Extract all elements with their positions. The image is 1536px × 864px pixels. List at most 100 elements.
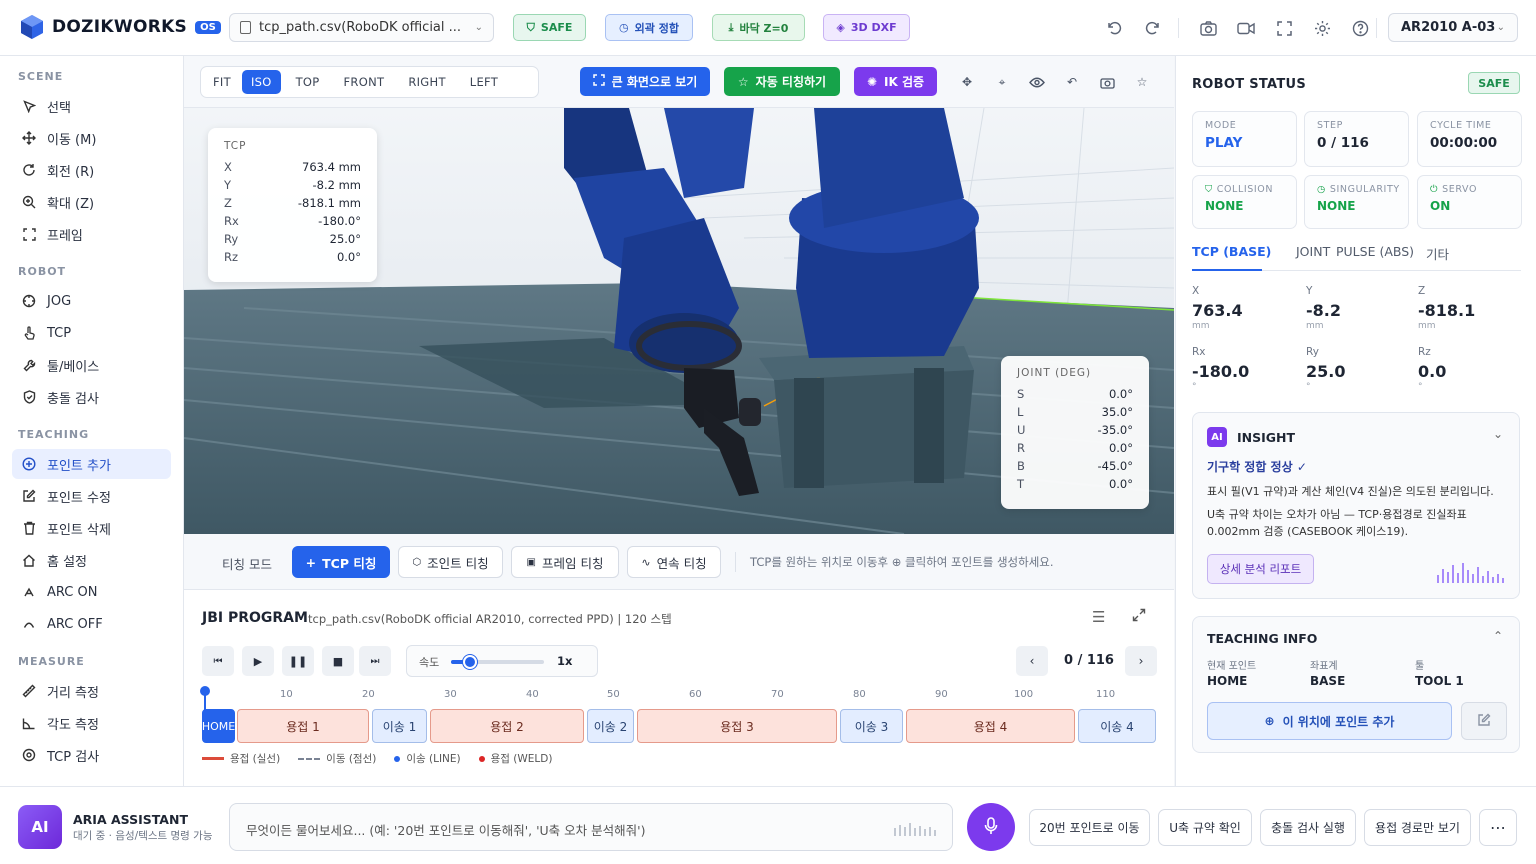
frame-square-icon: ▣ — [526, 556, 536, 568]
app-logo[interactable]: DOZIKWORKS OS — [20, 14, 221, 40]
timeline-segment-weld-1[interactable]: 용접 1 — [237, 709, 369, 743]
sidebar-item-zoom[interactable]: 확대 (Z) — [12, 187, 171, 217]
detail-report-button[interactable]: 상세 분석 리포트 — [1207, 554, 1314, 584]
sidebar-item-collision[interactable]: 충돌 검사 — [12, 382, 171, 412]
insight-title: INSIGHT — [1237, 430, 1296, 445]
safe-chip[interactable]: ⛉ SAFE — [513, 14, 586, 41]
view-left-button[interactable]: LEFT — [461, 70, 507, 94]
chevron-down-icon[interactable]: ⌄ — [1493, 427, 1503, 441]
quick-run-collision[interactable]: 충돌 검사 실행 — [1260, 809, 1356, 846]
quick-check-u-axis[interactable]: U축 규약 확인 — [1158, 809, 1252, 846]
ik-verify-button[interactable]: ✺ IK 검증 — [854, 67, 937, 96]
quick-weld-path-only[interactable]: 용접 경로만 보기 — [1364, 809, 1471, 846]
chevron-up-icon[interactable]: ⌃ — [1493, 629, 1503, 643]
tab-etc[interactable]: 기타 — [1426, 244, 1449, 263]
step-label: STEP — [1317, 120, 1343, 131]
camera-icon[interactable] — [1098, 73, 1116, 91]
crosshair-icon[interactable]: ⌖ — [993, 73, 1011, 91]
robot-selector[interactable]: AR2010 A-03 ⌄ — [1388, 13, 1518, 42]
pause-button[interactable]: ❚❚ — [282, 646, 314, 676]
timeline-segment-move-4[interactable]: 이송 4 — [1078, 709, 1156, 743]
joint-key: B — [1017, 459, 1025, 473]
tab-pulse[interactable]: PULSE (ABS) — [1336, 244, 1414, 259]
timeline-segment-move-2[interactable]: 이송 2 — [587, 709, 634, 743]
timeline-segment-move-3[interactable]: 이송 3 — [840, 709, 903, 743]
coord-unit-rz: ° — [1418, 382, 1423, 392]
camera-icon[interactable] — [1196, 16, 1220, 40]
prev-step-button[interactable]: ‹ — [1016, 646, 1048, 676]
sidebar-item-add-point[interactable]: 포인트 추가 — [12, 449, 171, 479]
view-front-button[interactable]: FRONT — [335, 70, 394, 94]
settings-gear-icon[interactable] — [1310, 16, 1334, 40]
fullscreen-view-button[interactable]: 큰 화면으로 보기 — [580, 67, 710, 96]
timeline-segment-weld-3[interactable]: 용접 3 — [637, 709, 837, 743]
view-top-button[interactable]: TOP — [287, 70, 329, 94]
dxf-chip[interactable]: ◈ 3D DXF — [823, 14, 910, 41]
more-options-icon[interactable]: ⋯ — [1479, 809, 1517, 846]
play-icon: ▶ — [253, 654, 263, 668]
speed-slider-track[interactable] — [451, 655, 544, 669]
sidebar-item-arc-off[interactable]: ARC OFF — [12, 609, 171, 639]
move-icon[interactable]: ✥ — [958, 73, 976, 91]
timeline-segment-home[interactable]: HOME — [202, 709, 235, 743]
timeline-segment-move-1[interactable]: 이송 1 — [372, 709, 427, 743]
list-menu-icon[interactable]: ☰ — [1092, 608, 1105, 626]
tcp-value: 0.0° — [336, 250, 361, 264]
sidebar-item-angle[interactable]: 각도 측정 — [12, 708, 171, 738]
sidebar-item-frame[interactable]: 프레임 — [12, 219, 171, 249]
timeline-segment-weld-2[interactable]: 용접 2 — [430, 709, 584, 743]
redo-icon[interactable] — [1141, 16, 1165, 40]
sidebar-item-delete-point[interactable]: 포인트 삭제 — [12, 513, 171, 543]
sidebar-item-edit-point[interactable]: 포인트 수정 — [12, 481, 171, 511]
skip-forward-icon: ⏭ — [370, 655, 380, 667]
3d-viewport[interactable]: FIT ISO TOP FRONT RIGHT LEFT 큰 화면으로 보기 ☆… — [184, 56, 1174, 534]
stop-button[interactable]: ■ — [322, 646, 354, 676]
continuous-teach-button[interactable]: ∿ 연속 티칭 — [627, 546, 721, 578]
sidebar-item-jog[interactable]: JOG — [12, 286, 171, 316]
sidebar-item-label: TCP 검사 — [47, 749, 100, 765]
undo-icon[interactable] — [1102, 16, 1126, 40]
sidebar-item-tool-base[interactable]: 툴/베이스 — [12, 350, 171, 380]
timeline-segment-weld-4[interactable]: 용접 4 — [906, 709, 1075, 743]
skip-start-button[interactable]: ⏮ — [202, 646, 234, 676]
eye-icon[interactable] — [1028, 73, 1046, 91]
microphone-button[interactable] — [967, 803, 1015, 851]
sidebar-item-move[interactable]: 이동 (M) — [12, 123, 171, 153]
undo-icon[interactable]: ↶ — [1063, 73, 1081, 91]
sidebar-item-select[interactable]: 선택 — [12, 91, 171, 121]
view-right-button[interactable]: RIGHT — [399, 70, 454, 94]
insight-card: AI INSIGHT ⌄ 기구학 정합 정상 ✓ 표시 필(V1 규약)과 계산… — [1192, 412, 1520, 599]
skip-end-button[interactable]: ⏭ — [359, 646, 391, 676]
playhead-handle[interactable] — [200, 686, 210, 696]
video-icon[interactable] — [1234, 16, 1258, 40]
sidebar-item-distance[interactable]: 거리 측정 — [12, 676, 171, 706]
tcp-teach-button[interactable]: + TCP 티칭 — [292, 546, 390, 578]
joint-teach-button[interactable]: ⬡ 조인트 티칭 — [398, 546, 503, 578]
view-fit-button[interactable]: FIT — [204, 70, 240, 94]
file-selector[interactable]: tcp_path.csv(RoboDK official ... ⌄ — [229, 13, 494, 42]
quick-goto-point-20[interactable]: 20번 포인트로 이동 — [1029, 809, 1150, 846]
outline-match-chip[interactable]: ◷ 외곽 정합 — [605, 14, 693, 41]
tab-joint[interactable]: JOINT — [1296, 244, 1330, 259]
frame-teach-button[interactable]: ▣ 프레임 티칭 — [511, 546, 619, 578]
sidebar-item-arc-on[interactable]: ARC ON — [12, 577, 171, 607]
play-button[interactable]: ▶ — [242, 646, 274, 676]
tab-tcp-base[interactable]: TCP (BASE) — [1192, 244, 1271, 259]
expand-diagonal-icon[interactable] — [1132, 608, 1146, 625]
sidebar-item-tcp-check[interactable]: TCP 검사 — [12, 740, 171, 770]
speed-slider-handle[interactable] — [462, 655, 477, 669]
help-icon[interactable] — [1348, 16, 1372, 40]
joint-key: U — [1017, 423, 1026, 437]
next-step-button[interactable]: › — [1125, 646, 1157, 676]
sidebar-item-rotate[interactable]: 회전 (R) — [12, 155, 171, 185]
star-icon[interactable]: ☆ — [1133, 73, 1151, 91]
view-iso-button[interactable]: ISO — [241, 70, 281, 94]
auto-teach-button[interactable]: ☆ 자동 티칭하기 — [724, 67, 840, 96]
sidebar-item-home[interactable]: 홈 설정 — [12, 545, 171, 575]
assistant-input[interactable]: 무엇이든 물어보세요... (예: '20번 포인트로 이동해줘', 'U축 오… — [229, 803, 953, 851]
floor-z-chip[interactable]: ⤓ 바닥 Z=0 — [712, 14, 805, 41]
sidebar-item-tcp[interactable]: TCP — [12, 318, 171, 348]
fullscreen-icon[interactable] — [1272, 16, 1296, 40]
add-point-here-button[interactable]: ⊕ 이 위치에 포인트 추가 — [1207, 702, 1452, 740]
edit-point-button[interactable] — [1461, 702, 1507, 740]
